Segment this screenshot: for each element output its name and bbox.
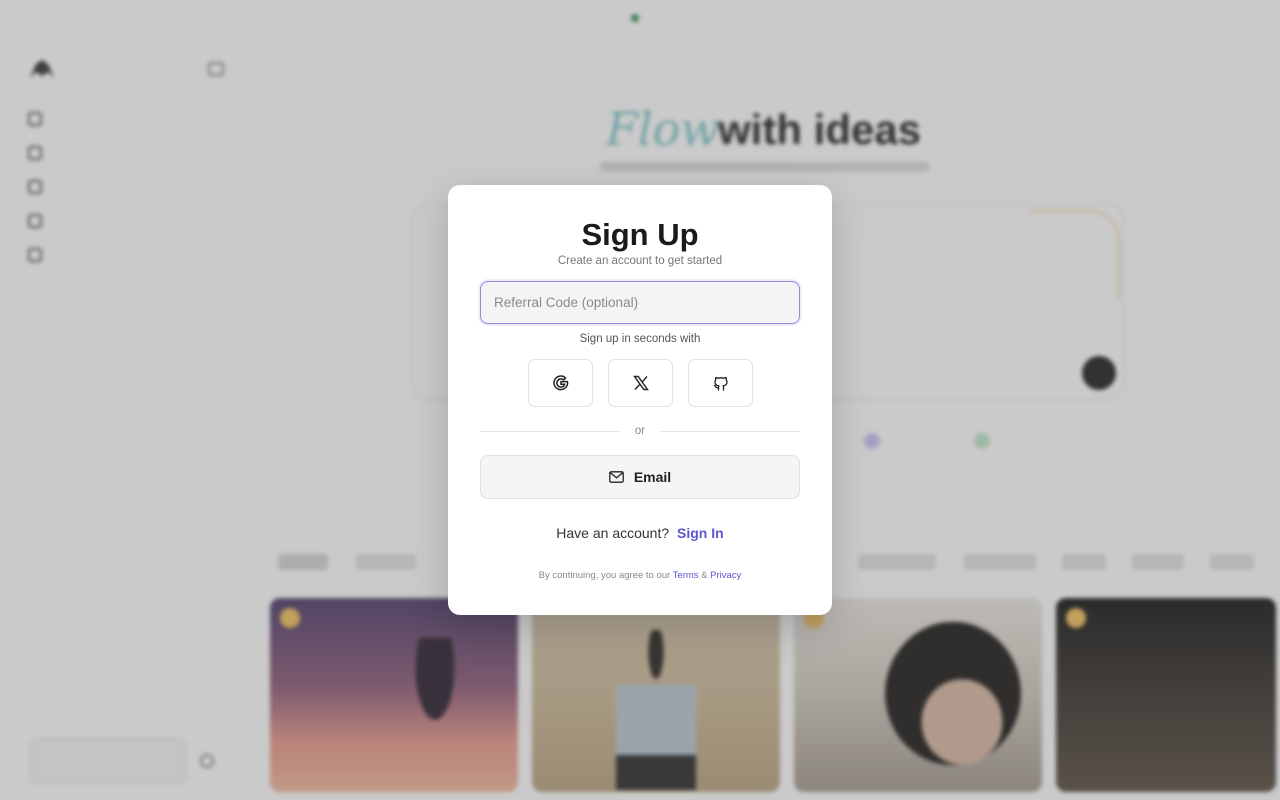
or-separator: or (634, 425, 646, 437)
signup-modal: Sign Up Create an account to get started… (448, 185, 832, 615)
github-icon (713, 376, 728, 391)
referral-code-input[interactable] (480, 281, 800, 324)
legal-notice: By continuing, you agree to our Terms & … (448, 570, 832, 581)
email-signup-button[interactable]: Email (480, 455, 800, 499)
x-signup-button[interactable] (608, 359, 673, 407)
x-icon (632, 375, 649, 391)
legal-prefix: By continuing, you agree to our (538, 570, 671, 581)
have-account-text: Have an account? (556, 525, 670, 541)
google-icon (552, 375, 568, 391)
signup-seconds-text: Sign up in seconds with (579, 333, 701, 345)
have-account-row: Have an account? Sign In (448, 525, 832, 541)
privacy-link[interactable]: Privacy (710, 570, 741, 581)
divider-left (480, 431, 620, 432)
terms-link[interactable]: Terms (673, 570, 699, 581)
github-signup-button[interactable] (688, 359, 753, 407)
divider-right (660, 431, 800, 432)
modal-subtitle: Create an account to get started (557, 255, 723, 267)
modal-title: Sign Up (581, 217, 699, 252)
email-button-label: Email (633, 469, 672, 485)
mail-icon (608, 471, 624, 483)
google-signup-button[interactable] (528, 359, 593, 407)
sign-in-link[interactable]: Sign In (677, 525, 724, 541)
legal-amp: & (701, 570, 708, 581)
